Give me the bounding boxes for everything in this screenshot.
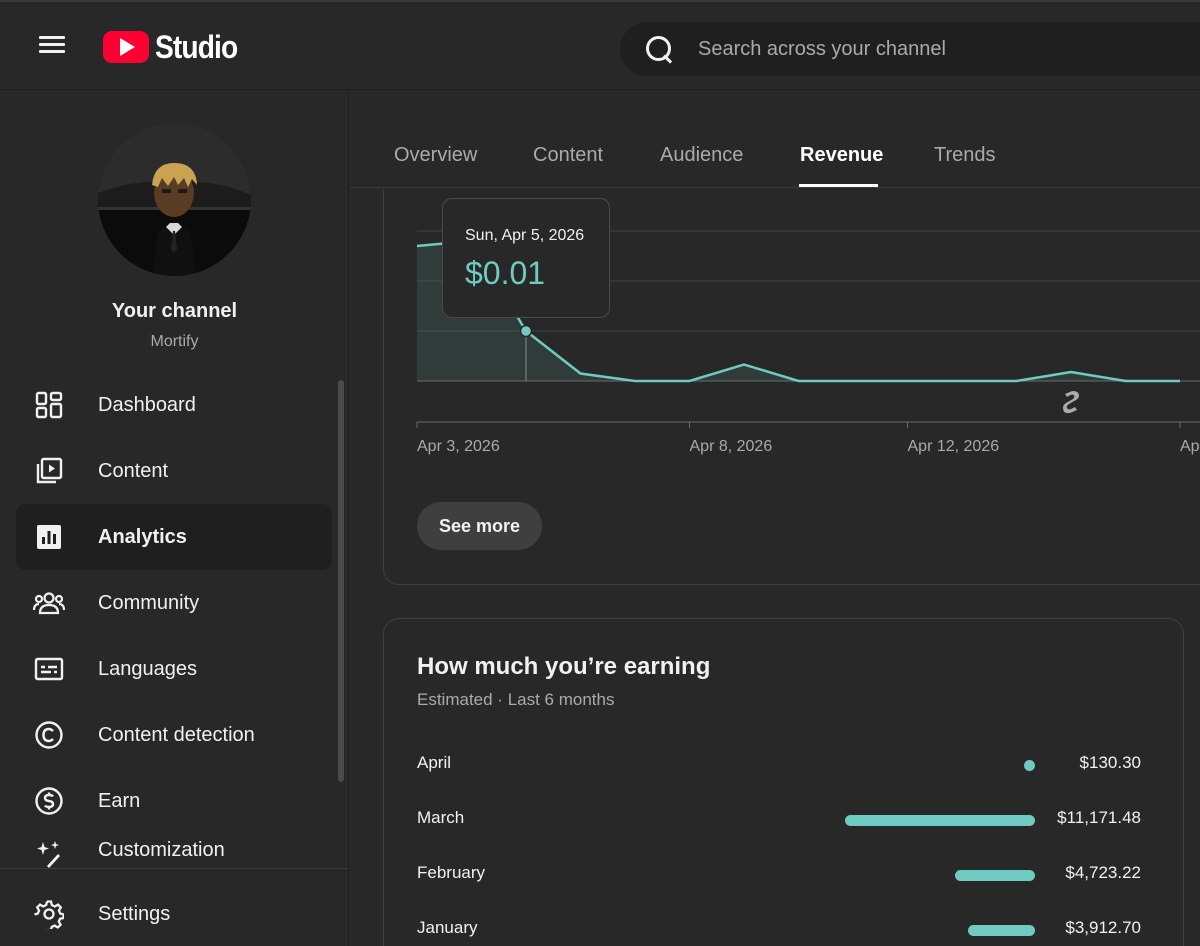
- sidebar-scrollbar[interactable]: [338, 380, 344, 782]
- earnings-bar: [845, 815, 1035, 826]
- sidebar-item-label: Community: [98, 591, 200, 614]
- languages-icon: [33, 653, 65, 685]
- chart-tooltip: Sun, Apr 5, 2026 $0.01: [442, 198, 610, 318]
- sidebar-item-languages[interactable]: Languages: [16, 636, 332, 702]
- analytics-icon: [33, 521, 65, 553]
- earnings-amount: $4,723.22: [1065, 863, 1141, 882]
- sidebar-item-label: Languages: [98, 657, 197, 680]
- earnings-month: March: [417, 808, 465, 827]
- copyright-icon: [33, 719, 65, 751]
- tooltip-date: Sun, Apr 5, 2026: [465, 227, 585, 244]
- tab-overview[interactable]: Overview: [394, 144, 477, 167]
- sidebar-item-community[interactable]: Community: [16, 570, 332, 636]
- earnings-row[interactable]: March $11,171.48: [417, 805, 1147, 835]
- tab-revenue[interactable]: Revenue: [800, 144, 883, 167]
- sidebar-item-label: Content: [98, 459, 169, 482]
- earnings-title: How much you’re earning: [417, 653, 711, 680]
- earnings-month: February: [417, 863, 486, 882]
- active-tab-indicator: [799, 184, 878, 187]
- analytics-tabs: Overview Content Audience Revenue Trends: [350, 90, 1200, 188]
- sidebar-item-label: Dashboard: [98, 393, 196, 416]
- tab-content[interactable]: Content: [533, 144, 603, 167]
- highlighted-point: [519, 324, 533, 338]
- sidebar: Your channel Mortify Dashboard Content A…: [0, 90, 349, 946]
- channel-title: Your channel: [111, 300, 238, 322]
- channel-handle: Mortify: [150, 333, 199, 350]
- earnings-card: How much you’re earning Estimated · Last…: [383, 618, 1184, 946]
- community-icon: [33, 587, 65, 619]
- content-icon: [33, 455, 65, 487]
- x-tick-label: Apr 3, 2026: [417, 438, 500, 455]
- sidebar-nav: Dashboard Content Analytics Community La…: [16, 372, 332, 870]
- search-input[interactable]: [698, 37, 1098, 61]
- tab-audience[interactable]: Audience: [660, 144, 743, 167]
- studio-logo[interactable]: Studio: [103, 27, 249, 67]
- tooltip-value: $0.01: [465, 255, 546, 291]
- menu-icon[interactable]: [32, 32, 72, 64]
- search-bar[interactable]: [620, 22, 1200, 76]
- tab-trends[interactable]: Trends: [934, 144, 996, 167]
- sidebar-item-earn[interactable]: Earn: [16, 768, 332, 834]
- sidebar-item-customization[interactable]: Customization: [16, 834, 332, 870]
- earnings-bar: [968, 925, 1035, 936]
- channel-avatar[interactable]: [98, 123, 251, 276]
- settings-label: Settings: [98, 902, 171, 925]
- earnings-month: April: [417, 753, 452, 772]
- sidebar-item-label: Content detection: [98, 723, 255, 746]
- earnings-subtitle: Estimated · Last 6 months: [417, 690, 615, 709]
- sidebar-item-content-detection[interactable]: Content detection: [16, 702, 332, 768]
- earnings-row[interactable]: February $4,723.22: [417, 860, 1147, 890]
- earnings-month: January: [417, 918, 478, 937]
- sidebar-item-dashboard[interactable]: Dashboard: [16, 372, 332, 438]
- shorts-icon: [1063, 391, 1079, 414]
- dashboard-icon: [33, 389, 65, 421]
- earnings-row[interactable]: April $130.30: [417, 750, 1147, 780]
- sidebar-footer: Settings: [0, 868, 348, 946]
- x-tick-label: Apr 17, 2026: [1180, 438, 1200, 455]
- earnings-amount: $11,171.48: [1057, 808, 1141, 827]
- earnings-bar: [1024, 760, 1035, 771]
- sidebar-item-settings[interactable]: Settings: [16, 881, 332, 946]
- earnings-bar: [955, 870, 1035, 881]
- logo-text: Studio: [155, 28, 238, 65]
- sidebar-item-analytics[interactable]: Analytics: [16, 504, 332, 570]
- x-tick-label: Apr 8, 2026: [690, 438, 773, 455]
- see-more-button[interactable]: See more: [417, 502, 542, 550]
- top-bar: Studio: [0, 0, 1200, 90]
- sidebar-item-label: Analytics: [98, 525, 187, 548]
- earnings-amount: $130.30: [1079, 753, 1141, 772]
- earnings-amount: $3,912.70: [1065, 918, 1141, 937]
- sidebar-item-content[interactable]: Content: [16, 438, 332, 504]
- sidebar-item-label: Earn: [98, 789, 141, 812]
- sidebar-item-label: Customization: [98, 839, 225, 861]
- earnings-row[interactable]: January $3,912.70: [417, 915, 1147, 945]
- search-icon[interactable]: [644, 34, 674, 64]
- earn-icon: [33, 785, 65, 817]
- gear-icon: [33, 898, 65, 930]
- x-tick-label: Apr 12, 2026: [908, 438, 1000, 455]
- customization-icon: [33, 839, 65, 870]
- youtube-play-icon: [103, 31, 149, 63]
